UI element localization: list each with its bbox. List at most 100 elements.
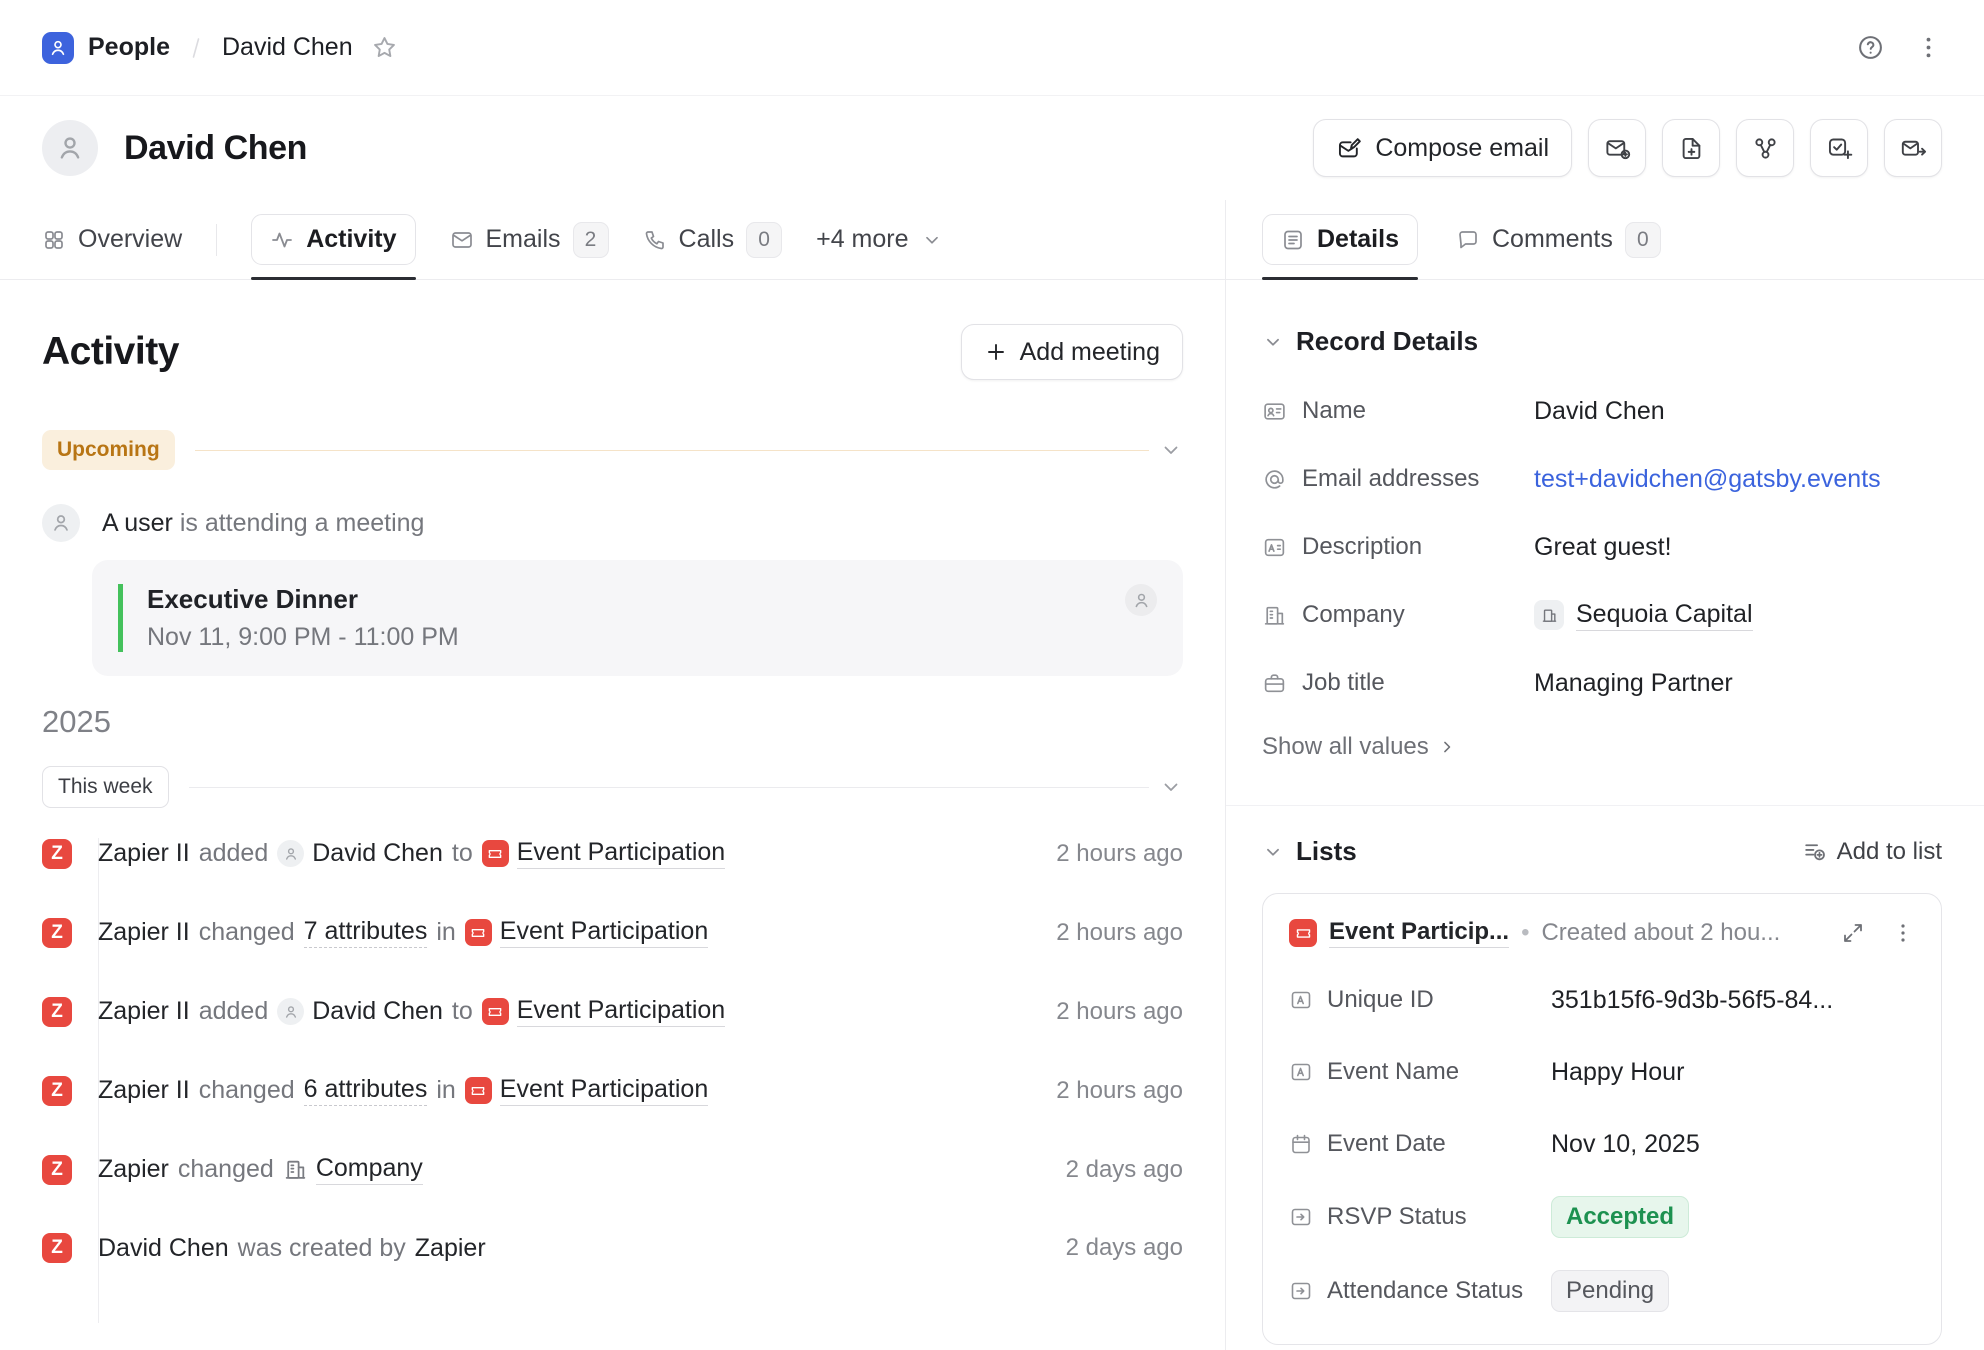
detail-row-email: Email addresses test+davidchen@gatsby.ev… [1262,459,1942,499]
ticket-icon [482,998,509,1025]
feed-actor: Zapier II [98,997,190,1026]
list-created-text: Created about 2 hou... [1541,919,1780,947]
zapier-icon: Z [42,997,72,1027]
people-section-icon[interactable] [42,32,74,64]
avatar [42,120,98,176]
breadcrumb-record[interactable]: David Chen [222,33,353,62]
add-task-button[interactable] [1810,119,1868,177]
building-icon [283,1157,308,1182]
show-all-values-link[interactable]: Show all values [1262,733,1457,761]
add-meeting-label: Add meeting [1020,338,1160,367]
field-label: Event Date [1289,1130,1551,1158]
feed-list-link[interactable]: Event Participation [482,996,725,1027]
rsvp-status-badge[interactable]: Accepted [1551,1196,1689,1238]
send-email-button[interactable] [1884,119,1942,177]
active-tab-underline [251,277,415,280]
lists-collapse-icon[interactable] [1262,841,1284,863]
field-label: RSVP Status [1289,1203,1551,1231]
field-value-company-link[interactable]: Sequoia Capital [1534,600,1753,631]
upcoming-pill[interactable]: Upcoming [42,430,175,470]
status-icon [1289,1279,1313,1303]
phone-icon [643,228,667,252]
tab-more[interactable]: +4 more [816,225,942,254]
plus-icon [984,340,1008,364]
week-collapse-icon[interactable] [1159,775,1183,799]
this-week-pill[interactable]: This week [42,766,169,808]
feed-verb: changed [178,1155,274,1184]
record-details-title: Record Details [1296,326,1478,357]
tab-calls-label: Calls [679,225,735,254]
field-value-name[interactable]: David Chen [1534,397,1665,426]
tab-overview[interactable]: Overview [42,225,182,254]
tab-calls[interactable]: Calls 0 [643,222,783,258]
help-icon[interactable] [1856,33,1885,62]
field-value-unique-id[interactable]: 351b15f6-9d3b-56f5-84... [1551,986,1833,1015]
person-avatar-icon [277,840,304,867]
tab-details[interactable]: Details [1262,200,1418,279]
ticket-icon [1289,919,1317,947]
list-entry-card: Event Particip... • Created about 2 hou.… [1262,893,1942,1345]
feed-attribute-link[interactable]: Company [283,1154,423,1185]
meeting-accent-bar: Executive Dinner Nov 11, 9:00 PM - 11:00… [118,584,459,652]
emails-count-badge: 2 [573,222,609,258]
breadcrumb-divider [186,35,206,61]
feed-attributes-link[interactable]: 6 attributes [304,1075,428,1106]
tab-activity[interactable]: Activity [251,200,415,279]
add-note-button[interactable] [1662,119,1720,177]
record-details-header: Record Details [1262,326,1942,357]
field-value-event-date[interactable]: Nov 10, 2025 [1551,1130,1700,1159]
feed-prep: in [436,918,455,947]
card-row-event-name: Event Name Happy Hour [1289,1052,1915,1092]
record-details-collapse-icon[interactable] [1262,331,1284,353]
workflow-button[interactable] [1736,119,1794,177]
expand-icon[interactable] [1841,921,1865,945]
feed-list-link[interactable]: Event Participation [482,838,725,869]
feed-list-link[interactable]: Event Participation [465,1075,708,1106]
feed-verb: added [199,839,269,868]
field-value-job-title[interactable]: Managing Partner [1534,669,1733,698]
field-value-event-name[interactable]: Happy Hour [1551,1058,1684,1087]
document-icon [1281,228,1305,252]
more-menu-icon[interactable] [1915,34,1942,61]
add-email-button[interactable] [1588,119,1646,177]
attendance-status-badge[interactable]: Pending [1551,1270,1669,1312]
field-value-email-link[interactable]: test+davidchen@gatsby.events [1534,465,1881,494]
tab-emails[interactable]: Emails 2 [450,222,609,258]
details-panel: Record Details Name David Chen Email add… [1226,280,1984,1350]
add-to-list-button[interactable]: Add to list [1802,838,1942,866]
meeting-card[interactable]: Executive Dinner Nov 11, 9:00 PM - 11:00… [92,560,1183,676]
feed-list-link[interactable]: Event Participation [465,917,708,948]
add-note-icon [1678,135,1705,162]
feed-prep: to [452,997,473,1026]
field-value-description[interactable]: Great guest! [1534,533,1672,562]
card-row-attendance-status: Attendance Status Pending [1289,1270,1915,1312]
year-label: 2025 [42,704,1183,740]
breadcrumb-section[interactable]: People [88,33,170,62]
upcoming-collapse-icon[interactable] [1159,438,1183,462]
feed-row: Z Zapier II added David Chen to Event Pa… [42,838,1183,869]
favorite-star-icon[interactable] [371,34,398,61]
feed-attributes-link[interactable]: 7 attributes [304,917,428,948]
zapier-icon: Z [42,839,72,869]
feed-actor: Zapier II [98,918,190,947]
list-kebab-icon[interactable] [1891,921,1915,945]
add-meeting-button[interactable]: Add meeting [961,324,1183,380]
record-tabbar: Overview Activity Emails 2 [0,200,1225,280]
calendar-icon [1289,1132,1313,1156]
attending-actor: A user [102,509,173,537]
activity-panel: Activity Add meeting Upcoming [0,280,1225,1350]
person-avatar-icon [277,998,304,1025]
field-label: Email addresses [1262,465,1534,493]
ticket-icon [465,1077,492,1104]
compose-email-button[interactable]: Compose email [1313,119,1572,177]
feed-verb: was created by [238,1234,406,1263]
feed-person-link[interactable]: David Chen [277,997,443,1026]
calls-count-badge: 0 [746,222,782,258]
active-tab-underline [1262,277,1418,280]
zapier-icon: Z [42,1076,72,1106]
upcoming-event-row: A user is attending a meeting [42,504,1183,542]
tab-comments[interactable]: Comments 0 [1456,222,1661,258]
field-label: Event Name [1289,1058,1551,1086]
list-name-link[interactable]: Event Particip... [1329,918,1509,948]
feed-person-link[interactable]: David Chen [277,839,443,868]
